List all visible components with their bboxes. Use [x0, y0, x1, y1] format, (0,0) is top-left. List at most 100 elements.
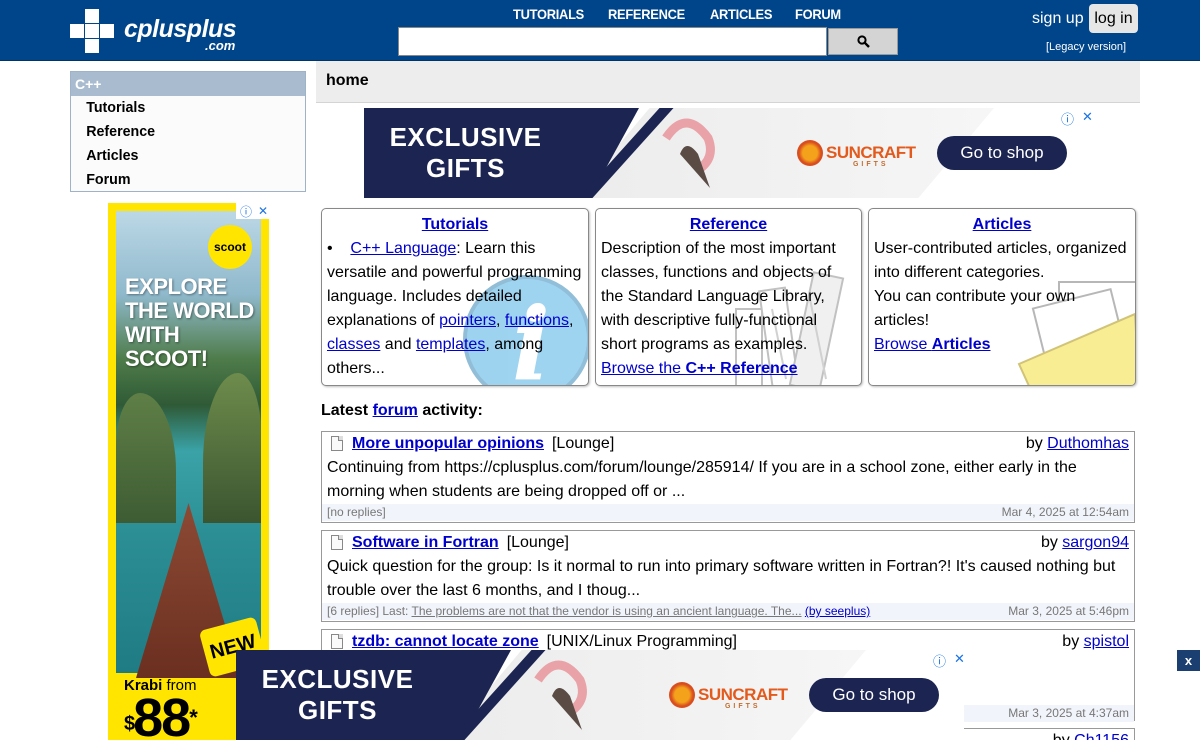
post-last-reply-author[interactable]: (by seeplus) [805, 604, 870, 618]
search-button[interactable] [828, 28, 898, 55]
post-footer: [no replies] Mar 4, 2025 at 12:54am [322, 504, 1134, 521]
sidebar-item-forum[interactable]: Forum [71, 168, 293, 192]
post-last-reply-link[interactable]: The problems are not that the vendor is … [412, 604, 802, 618]
banner-light-panel [574, 108, 994, 198]
banner-ad-choices[interactable]: ⓘ ✕ [1061, 109, 1092, 128]
post-author-link[interactable]: sargon94 [1062, 534, 1129, 551]
suncraft-sun-icon [669, 682, 695, 708]
post-author-link[interactable]: Ch1156 [1074, 732, 1129, 740]
templates-link[interactable]: templates [416, 336, 485, 353]
logo-cross-icon [70, 9, 114, 53]
reference-title-link[interactable]: Reference [601, 213, 856, 237]
ad-info-icon[interactable]: ⓘ [240, 203, 252, 220]
document-icon [331, 535, 343, 550]
ad-close-icon[interactable]: ✕ [1082, 109, 1092, 128]
reference-box: Reference Description of the most import… [595, 208, 862, 386]
suncraft-banner-top[interactable]: EXCLUSIVE GIFTS SUNCRAFT GIFTS Go to shop… [364, 108, 1092, 198]
suncraft-name: SUNCRAFT [826, 143, 916, 162]
sidebar-title: C++ [71, 72, 305, 96]
post-author-line: by spistol [1062, 630, 1129, 654]
post-title-link[interactable]: tzdb: cannot locate zone [352, 633, 539, 650]
tutorials-sep-1: , [496, 312, 501, 329]
sidebar-item-tutorials[interactable]: Tutorials [71, 96, 293, 120]
post-forum: [Lounge] [551, 435, 615, 452]
suncraft-banner-bottom[interactable]: EXCLUSIVE GIFTS SUNCRAFT GIFTS Go to shop… [236, 650, 964, 740]
classes-link[interactable]: classes [327, 336, 380, 353]
banner-ad-choices[interactable]: ⓘ ✕ [933, 651, 964, 670]
post-last-label: Last: [379, 604, 412, 618]
legacy-version-link[interactable]: [Legacy version] [1046, 41, 1126, 53]
banner-headline: EXCLUSIVE GIFTS [260, 664, 415, 726]
cpp-language-link[interactable]: C++ Language [350, 240, 456, 257]
ad-choices[interactable]: ⓘ ✕ [236, 203, 269, 219]
ad-info-icon[interactable]: ⓘ [933, 651, 946, 670]
logo-suffix: .com [205, 38, 236, 53]
articles-text-1: User-contributed articles, organized int… [874, 240, 1127, 281]
browse-articles-link[interactable]: Browse Articles [874, 336, 991, 353]
page-title: home [326, 72, 369, 89]
browse-reference-link[interactable]: Browse the C++ Reference [601, 360, 798, 377]
banner-headline: EXCLUSIVE GIFTS [388, 122, 543, 184]
post-by-label: by [1053, 732, 1074, 740]
document-icon [331, 436, 343, 451]
post-author-line: by Duthomhas [1026, 432, 1129, 456]
sidebar-item-articles[interactable]: Articles [71, 144, 293, 168]
post-replies: [no replies] [327, 505, 386, 519]
pointers-link[interactable]: pointers [439, 312, 496, 329]
nav-articles[interactable]: ARTICLES [710, 6, 772, 22]
browse-reference-bold: C++ Reference [685, 360, 798, 377]
post-header: More unpopular opinions [Lounge] by Dutho… [322, 432, 1134, 456]
suncraft-sub: GIFTS [724, 703, 761, 710]
sidebar-item-reference[interactable]: Reference [71, 120, 293, 144]
tutorials-title-link[interactable]: Tutorials [327, 213, 583, 237]
banner-line2: GIFTS [425, 153, 506, 183]
post-forum: [Lounge] [506, 534, 569, 551]
necklace-icon [662, 118, 715, 188]
post-title-link[interactable]: Software in Fortran [352, 534, 499, 551]
nav-forum[interactable]: FORUM [795, 6, 841, 22]
site-logo[interactable]: cplusplus .com [70, 9, 260, 53]
breadcrumb: home [316, 61, 1140, 103]
ad-info-icon[interactable]: ⓘ [1061, 109, 1074, 128]
articles-body: Articles User-contributed articles, orga… [874, 213, 1130, 357]
post-by-label: by [1025, 435, 1048, 452]
login-button[interactable]: log in [1089, 4, 1138, 33]
post-title-link[interactable]: More unpopular opinions [352, 435, 544, 452]
close-sticky-ad-button[interactable]: x [1177, 650, 1200, 671]
go-to-shop-button[interactable]: Go to shop [809, 678, 939, 712]
nav-reference[interactable]: REFERENCE [608, 6, 685, 22]
sidebar-menu: C++ Tutorials Reference Articles Forum [70, 71, 306, 192]
ad-close-icon[interactable]: ✕ [258, 204, 268, 218]
post-replies: [6 replies] [327, 604, 380, 618]
forum-link[interactable]: forum [373, 402, 418, 419]
suncraft-brand: SUNCRAFT GIFTS [826, 143, 916, 168]
ad-close-icon[interactable]: ✕ [954, 651, 964, 670]
latest-activity-heading: Latest forum activity: [321, 402, 483, 420]
search-icon [856, 35, 870, 48]
top-nav: TUTORIALS REFERENCE ARTICLES FORUM [513, 6, 845, 22]
banner-line1: EXCLUSIVE [389, 122, 542, 152]
nav-tutorials[interactable]: TUTORIALS [513, 6, 584, 22]
articles-title-link[interactable]: Articles [874, 213, 1130, 237]
post-date: Mar 4, 2025 at 12:54am [1001, 505, 1129, 519]
search-input[interactable] [398, 27, 827, 56]
tutorials-body: Tutorials • C++ Language: Learn this ver… [327, 213, 583, 381]
ad-price: $88* [124, 691, 198, 740]
signup-link[interactable]: sign up [1032, 10, 1084, 28]
ad-currency: $ [124, 713, 135, 735]
browse-articles-prefix: Browse [874, 336, 932, 353]
suncraft-sun-icon [797, 140, 823, 166]
site-header: cplusplus .com TUTORIALS REFERENCE ARTIC… [0, 0, 1200, 61]
forum-post: More unpopular opinions [Lounge] by Dutho… [321, 431, 1135, 523]
post-author-line: by sargon94 [1041, 531, 1129, 555]
go-to-shop-button[interactable]: Go to shop [937, 136, 1067, 170]
tutorials-text: • C++ Language: Learn this versatile and… [327, 240, 582, 377]
post-date: Mar 3, 2025 at 5:46pm [1008, 604, 1129, 618]
functions-link[interactable]: functions [505, 312, 569, 329]
post-author-link[interactable]: spistol [1084, 633, 1129, 650]
ad-asterisk: * [189, 705, 197, 730]
banner-line2: GIFTS [297, 695, 378, 725]
post-forum: [UNIX/Linux Programming] [546, 633, 737, 650]
banner-light-panel [446, 650, 866, 740]
post-author-link[interactable]: Duthomhas [1047, 435, 1129, 452]
